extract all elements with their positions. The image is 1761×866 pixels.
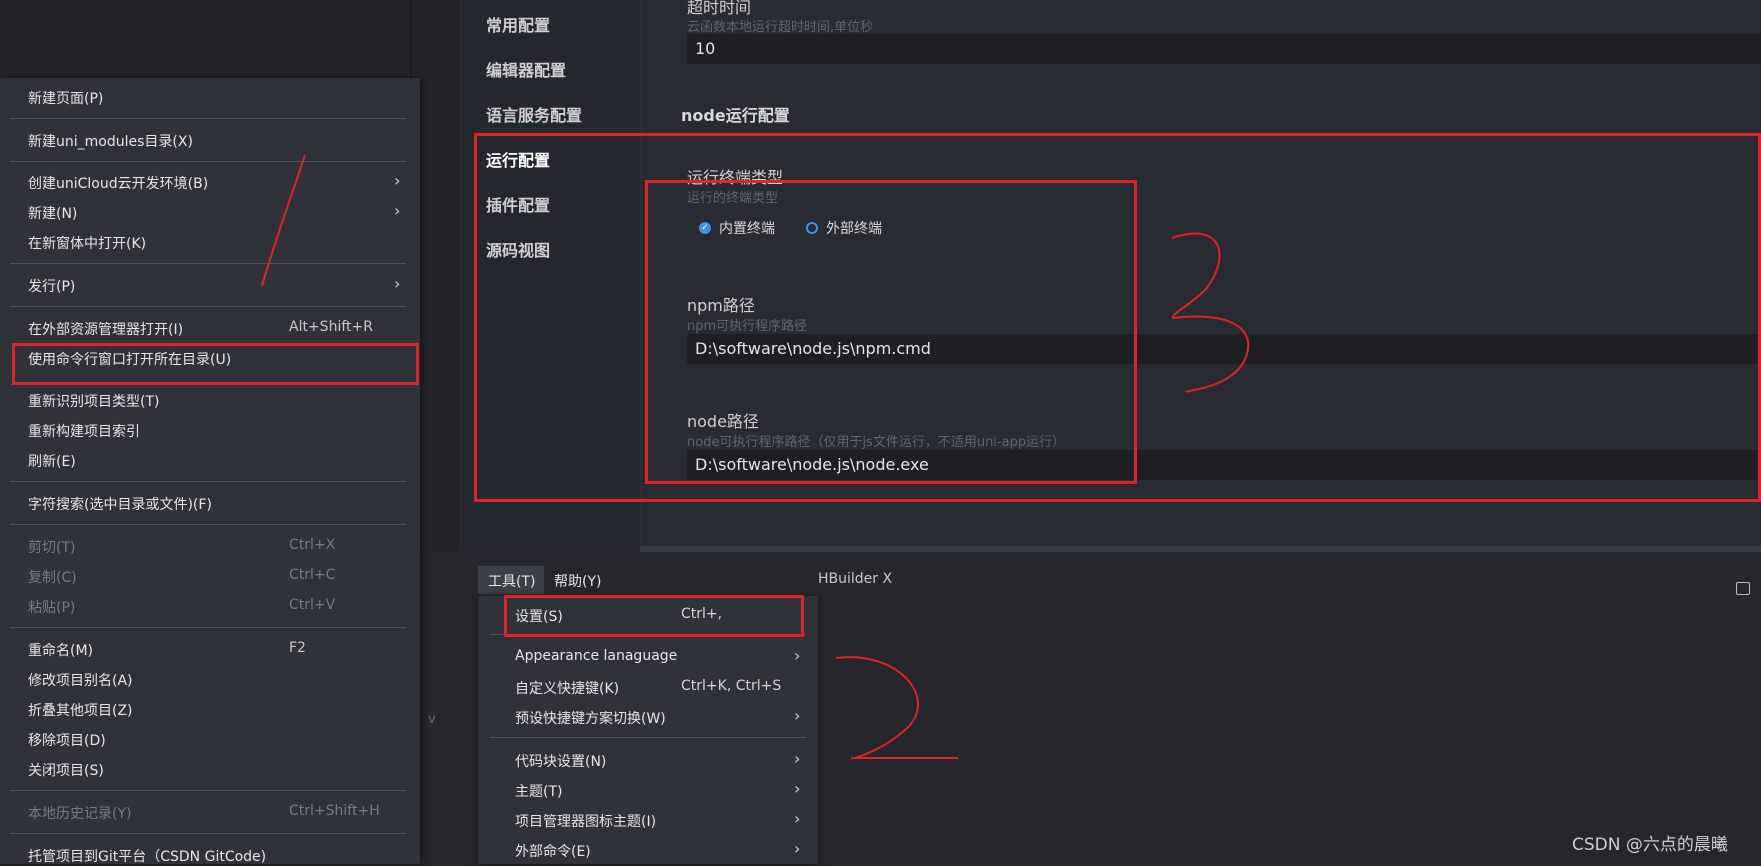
handwritten-step-numbers: [261, 154, 1250, 760]
csdn-watermark: CSDN @六点的晨曦: [1572, 835, 1728, 855]
